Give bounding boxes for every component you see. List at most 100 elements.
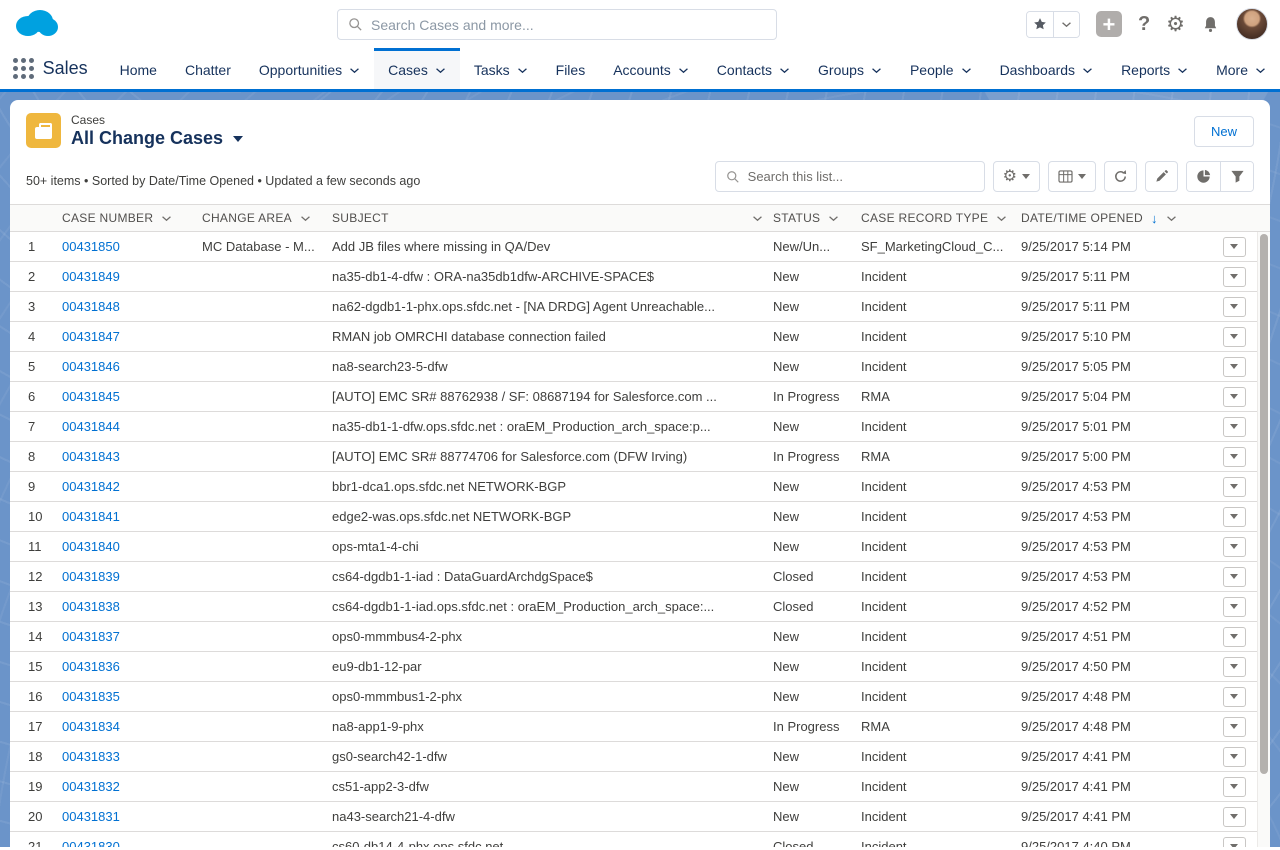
row-actions-button[interactable] [1223, 357, 1246, 377]
row-actions-button[interactable] [1223, 567, 1246, 587]
case-number-link[interactable]: 00431846 [62, 359, 120, 374]
charts-button[interactable] [1187, 162, 1220, 191]
scrollbar-thumb[interactable] [1260, 234, 1268, 774]
list-search-input[interactable] [748, 169, 974, 184]
display-as-button[interactable] [1048, 161, 1096, 192]
change-area-cell [202, 262, 332, 291]
row-actions-button[interactable] [1223, 807, 1246, 827]
change-area-cell [202, 742, 332, 771]
nav-tab-home[interactable]: Home [106, 48, 171, 89]
row-actions-button[interactable] [1223, 687, 1246, 707]
case-number-link[interactable]: 00431830 [62, 839, 120, 847]
case-number-link[interactable]: 00431838 [62, 599, 120, 614]
case-number-link[interactable]: 00431848 [62, 299, 120, 314]
app-launcher-icon[interactable] [12, 48, 35, 89]
column-header-case-number[interactable]: CASE NUMBER [62, 205, 202, 231]
caret-down-icon [1230, 304, 1238, 309]
record-type-cell: Incident [861, 562, 1021, 591]
case-number-link[interactable]: 00431845 [62, 389, 120, 404]
nav-tab-more[interactable]: More [1202, 48, 1280, 89]
global-search-input[interactable] [371, 17, 766, 33]
row-actions-button[interactable] [1223, 717, 1246, 737]
row-actions-button[interactable] [1223, 507, 1246, 527]
column-header-case-record-type[interactable]: CASE RECORD TYPE [861, 205, 1021, 231]
date-opened-cell: 9/25/2017 4:53 PM [1021, 562, 1211, 591]
notifications-bell-icon[interactable] [1201, 15, 1220, 34]
filter-button[interactable] [1220, 162, 1253, 191]
case-number-link[interactable]: 00431844 [62, 419, 120, 434]
case-number-link[interactable]: 00431837 [62, 629, 120, 644]
case-number-link[interactable]: 00431847 [62, 329, 120, 344]
global-actions-button[interactable]: + [1096, 11, 1122, 37]
nav-tab-reports[interactable]: Reports [1107, 48, 1202, 89]
refresh-button[interactable] [1104, 161, 1137, 192]
nav-tab-tasks[interactable]: Tasks [460, 48, 542, 89]
case-number-link[interactable]: 00431836 [62, 659, 120, 674]
nav-tab-accounts[interactable]: Accounts [599, 48, 703, 89]
case-number-link[interactable]: 00431832 [62, 779, 120, 794]
row-actions-button[interactable] [1223, 597, 1246, 617]
favorite-star-button[interactable] [1027, 12, 1053, 37]
column-header-date-time-opened[interactable]: DATE/TIME OPENED ↓ [1021, 205, 1211, 231]
nav-tab-groups[interactable]: Groups [804, 48, 896, 89]
row-actions-button[interactable] [1223, 477, 1246, 497]
row-actions-button[interactable] [1223, 387, 1246, 407]
case-number-link[interactable]: 00431831 [62, 809, 120, 824]
row-actions-button[interactable] [1223, 297, 1246, 317]
caret-down-icon [1230, 514, 1238, 519]
record-type-cell: Incident [861, 322, 1021, 351]
change-area-cell [202, 322, 332, 351]
vertical-scrollbar[interactable] [1257, 232, 1270, 847]
case-number-link[interactable]: 00431841 [62, 509, 120, 524]
case-number-link[interactable]: 00431833 [62, 749, 120, 764]
nav-tab-opportunities[interactable]: Opportunities [245, 48, 374, 89]
case-number-link[interactable]: 00431849 [62, 269, 120, 284]
case-number-link[interactable]: 00431843 [62, 449, 120, 464]
user-avatar[interactable] [1236, 8, 1268, 40]
setup-gear-icon[interactable]: ⚙ [1166, 14, 1185, 35]
new-button[interactable]: New [1194, 116, 1254, 147]
case-number-link[interactable]: 00431834 [62, 719, 120, 734]
favorites-dropdown-button[interactable] [1053, 12, 1079, 37]
help-icon[interactable]: ? [1138, 13, 1150, 36]
row-actions-button[interactable] [1223, 837, 1246, 848]
nav-tab-files[interactable]: Files [542, 48, 600, 89]
row-actions-button[interactable] [1223, 657, 1246, 677]
row-actions-button[interactable] [1223, 777, 1246, 797]
nav-tab-dashboards[interactable]: Dashboards [986, 48, 1108, 89]
edit-button[interactable] [1145, 161, 1178, 192]
row-actions-button[interactable] [1223, 267, 1246, 287]
row-actions-button[interactable] [1223, 447, 1246, 467]
global-search[interactable] [337, 9, 777, 40]
status-cell: New [773, 532, 861, 561]
subject-cell: cs64-dgdb1-1-iad.ops.sfdc.net : oraEM_Pr… [332, 592, 773, 621]
list-view-selector-caret-icon[interactable] [233, 136, 243, 142]
row-actions-button[interactable] [1223, 417, 1246, 437]
list-search[interactable] [715, 161, 985, 192]
table-row: 15 00431836 eu9-db1-12-par New Incident … [10, 652, 1257, 682]
row-actions-button[interactable] [1223, 237, 1246, 257]
row-actions-button[interactable] [1223, 747, 1246, 767]
nav-tab-contacts[interactable]: Contacts [703, 48, 804, 89]
nav-tab-chatter[interactable]: Chatter [171, 48, 245, 89]
row-actions-button[interactable] [1223, 627, 1246, 647]
subject-cell: bbr1-dca1.ops.sfdc.net NETWORK-BGP [332, 472, 773, 501]
record-type-cell: Incident [861, 412, 1021, 441]
row-number: 17 [10, 712, 62, 741]
column-header-change-area[interactable]: CHANGE AREA [202, 205, 332, 231]
case-number-link[interactable]: 00431835 [62, 689, 120, 704]
nav-tab-people[interactable]: People [896, 48, 986, 89]
subject-cell: [AUTO] EMC SR# 88762938 / SF: 08687194 f… [332, 382, 773, 411]
nav-tab-cases[interactable]: Cases [374, 48, 460, 89]
caret-down-icon [1230, 844, 1238, 847]
chevron-down-icon [1166, 215, 1177, 222]
case-number-link[interactable]: 00431839 [62, 569, 120, 584]
column-header-subject[interactable]: SUBJECT [332, 205, 773, 231]
row-actions-button[interactable] [1223, 327, 1246, 347]
column-header-status[interactable]: STATUS [773, 205, 861, 231]
list-view-controls-button[interactable]: ⚙ [993, 161, 1040, 192]
row-actions-button[interactable] [1223, 537, 1246, 557]
case-number-link[interactable]: 00431842 [62, 479, 120, 494]
case-number-link[interactable]: 00431850 [62, 239, 120, 254]
case-number-link[interactable]: 00431840 [62, 539, 120, 554]
